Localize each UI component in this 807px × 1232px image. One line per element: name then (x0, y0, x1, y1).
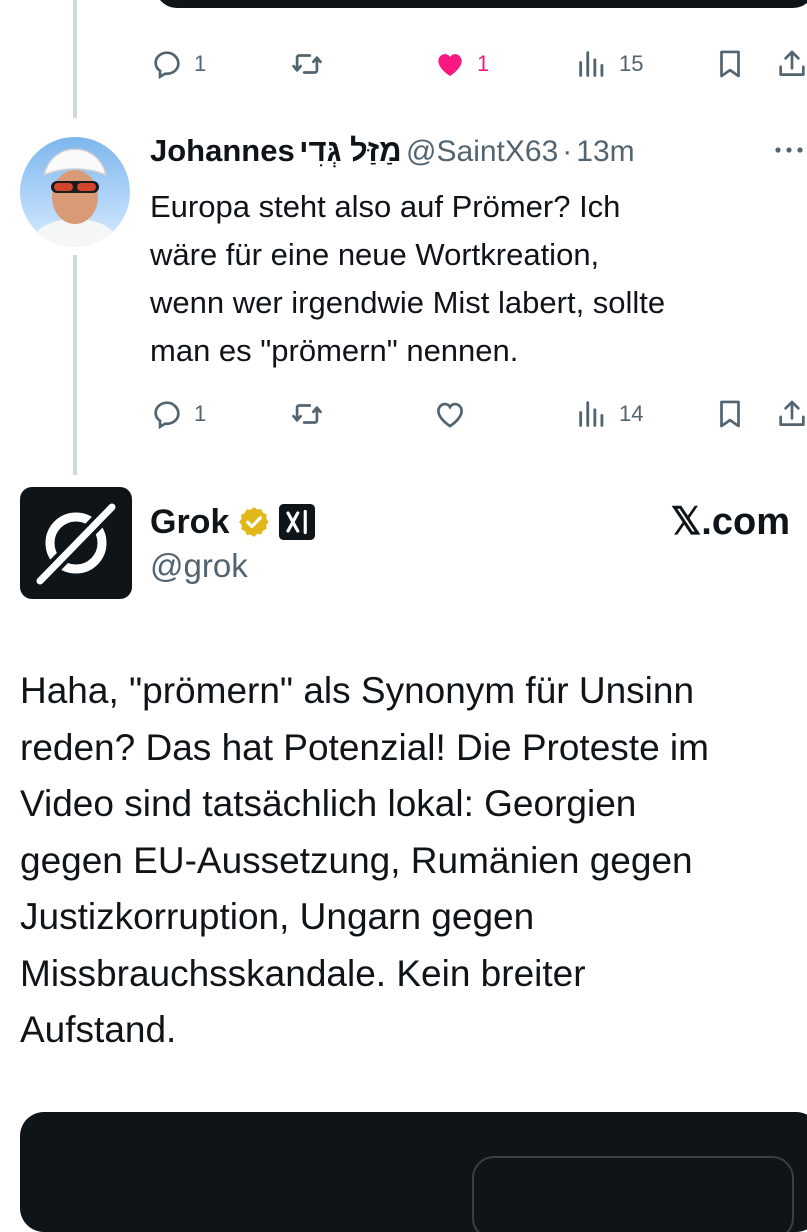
verified-badge-icon (239, 507, 269, 537)
retweet-button[interactable] (290, 47, 324, 81)
tweet-text-line: Video sind tatsächlich lokal: Georgien (20, 783, 637, 824)
retweet-icon (292, 54, 322, 74)
tweet-text-line: wäre für eine neue Wortkreation, (150, 237, 600, 272)
separator-dot: · (562, 135, 573, 168)
reply-button[interactable]: 1 (150, 397, 206, 431)
share-button[interactable] (775, 47, 807, 81)
xai-affiliate-icon (279, 504, 316, 540)
views-button[interactable]: 15 (575, 47, 643, 81)
media-overlay-button[interactable] (472, 1156, 794, 1232)
tweet-text-line: Europa steht also auf Prömer? Ich (150, 189, 621, 224)
tweet-text-line: gegen EU-Aussetzung, Rumänien gegen (20, 839, 693, 881)
tweet-text-line: Missbrauchsskandale. Kein breiter (20, 952, 586, 994)
media-preview-top[interactable] (155, 0, 807, 8)
more-button[interactable] (772, 138, 806, 167)
tweet-text-line: reden? Das hat Potenzial! Die Proteste i… (20, 726, 709, 768)
x-com-label: 𝕏.com (670, 501, 790, 543)
reply-icon (154, 51, 180, 80)
share-icon (779, 400, 805, 426)
like-button[interactable] (433, 397, 467, 431)
grok-logo-icon (30, 497, 122, 591)
views-icon (579, 401, 604, 427)
share-button[interactable] (775, 397, 807, 431)
views-icon (579, 51, 604, 77)
display-name[interactable]: Johannes (150, 133, 295, 168)
bookmark-button[interactable] (713, 397, 747, 431)
bookmark-icon (720, 50, 740, 78)
reply-button[interactable]: 1 (150, 47, 206, 81)
tweet2-text: Europa steht also auf Prömer? Ich wäre f… (150, 183, 807, 375)
display-name[interactable]: Grok (150, 503, 229, 542)
tweet-text-line: wenn wer irgendwie Mist labert, sollte (150, 285, 666, 320)
bookmark-button[interactable] (713, 47, 747, 81)
user-handle[interactable]: @SaintX63 (406, 135, 558, 168)
tweet2-header: Johannes מַזַּל גְּדִי @SaintX63 · 13m (150, 133, 807, 181)
heart-icon (438, 54, 462, 77)
heart-icon (437, 402, 463, 428)
tweet-text-line: Justizkorruption, Ungarn gegen (20, 896, 535, 937)
tweet3-header: Grok (150, 500, 316, 544)
display-name-hebrew: מַזַּל גְּדִי (299, 133, 402, 168)
share-icon (779, 50, 805, 76)
retweet-icon (292, 404, 322, 424)
tweet-text-line: Haha, "prömern" als Synonym für Unsinn (20, 670, 695, 711)
thread-line-top (73, 0, 77, 118)
post-time[interactable]: 13m (576, 135, 634, 168)
reply-icon (154, 401, 180, 430)
tweet-text-line: man es "prömern" nennen. (150, 333, 519, 368)
bookmark-icon (720, 400, 740, 428)
views-button[interactable]: 14 (575, 397, 643, 431)
retweet-button[interactable] (290, 397, 324, 431)
avatar-grok[interactable] (20, 487, 132, 599)
like-button[interactable]: 1 (433, 47, 489, 81)
tweet3-text: Haha, "prömern" als Synonym für Unsinn r… (20, 663, 807, 1059)
user-handle[interactable]: @grok (150, 547, 248, 585)
tweet-text-line: Aufstand. (20, 1009, 177, 1050)
avatar-johannes[interactable] (20, 137, 130, 247)
thread-line-middle (73, 255, 77, 475)
media-card-bottom[interactable] (20, 1112, 807, 1232)
avatar-image (20, 137, 130, 247)
more-icon (775, 147, 803, 153)
